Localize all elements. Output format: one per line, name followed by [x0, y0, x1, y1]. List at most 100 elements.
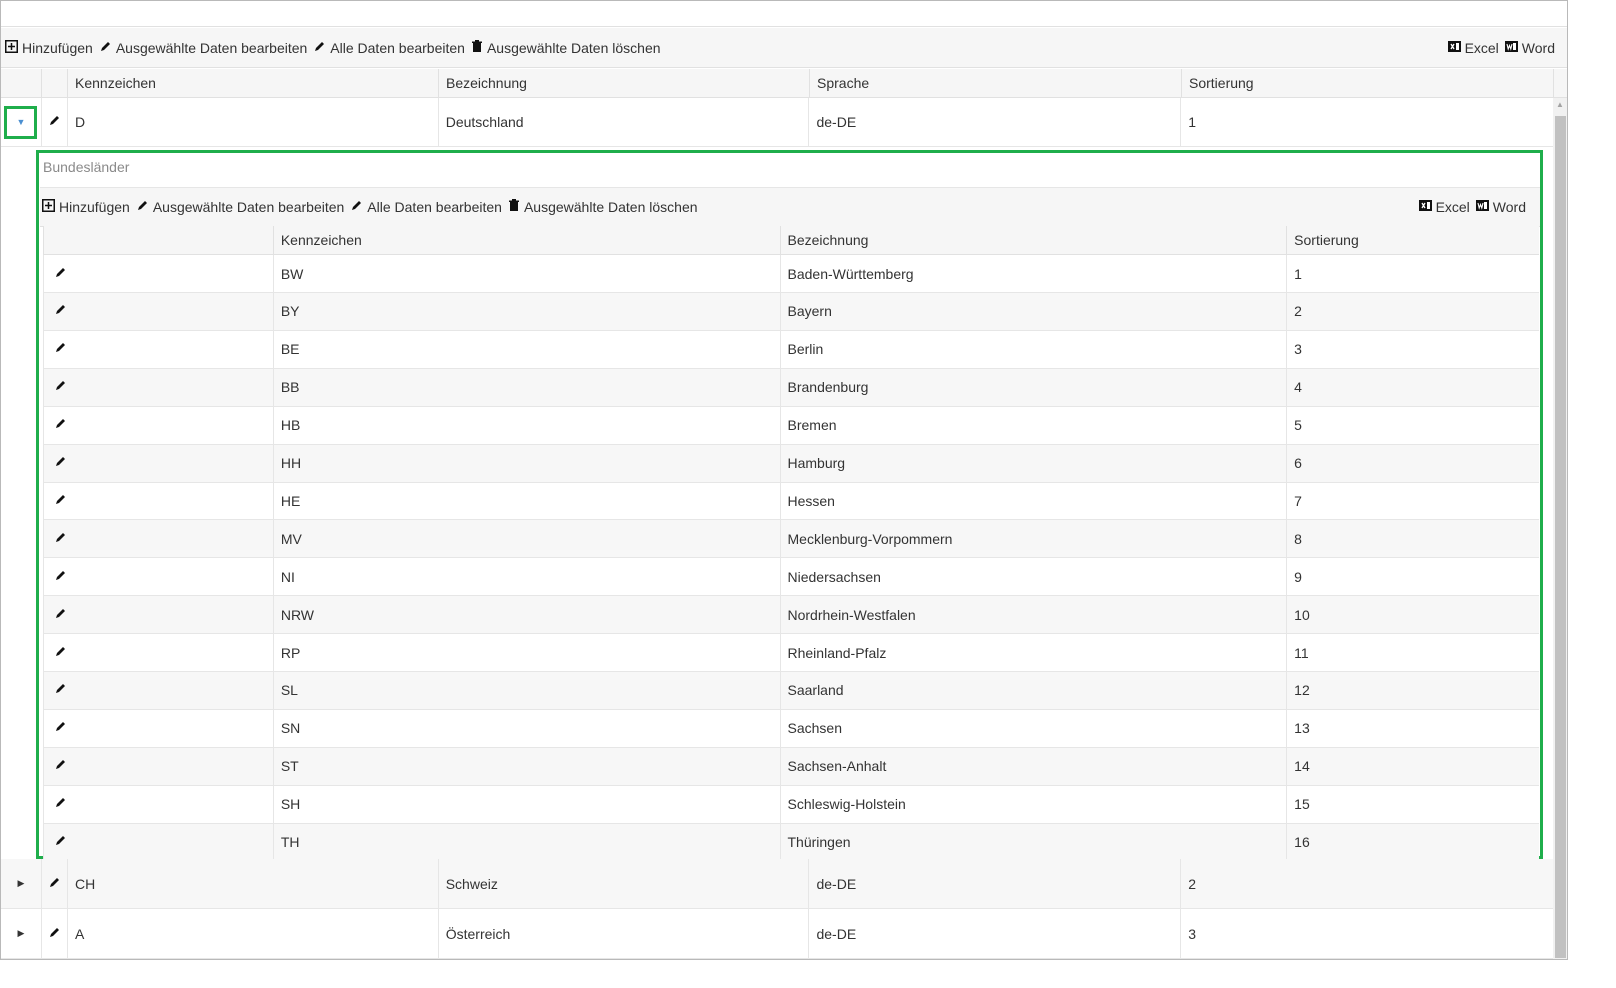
cell-kennzeichen: ST	[274, 747, 781, 785]
cell-kennzeichen: TH	[274, 823, 781, 861]
cell-sortierung: 3	[1294, 341, 1302, 358]
vertical-scrollbar[interactable]: ▲	[1553, 98, 1567, 959]
table-row[interactable]: SH Schleswig-Holstein 15	[43, 785, 1539, 824]
pencil-icon[interactable]	[54, 531, 67, 547]
edit-cell	[44, 330, 274, 368]
collapse-toggle[interactable]: ▼	[4, 105, 38, 139]
table-row[interactable]: BY Bayern 2	[43, 292, 1539, 331]
detail-grid-header: Kennzeichen Bezeichnung Sortierung	[43, 226, 1539, 255]
delete-selected-button[interactable]: Ausgewählte Daten löschen	[471, 39, 661, 56]
cell-kennzeichen: CH	[68, 859, 439, 908]
triangle-right-icon[interactable]: ▶	[18, 878, 25, 889]
edit-selected-button[interactable]: Ausgewählte Daten bearbeiten	[99, 40, 307, 56]
detail-delete-selected-button[interactable]: Ausgewählte Daten löschen	[508, 199, 698, 215]
table-row[interactable]: TH Thüringen 16	[43, 823, 1539, 862]
edit-all-button[interactable]: Alle Daten bearbeiten	[313, 40, 465, 56]
edit-cell	[44, 368, 274, 406]
pencil-icon[interactable]	[54, 569, 67, 585]
table-row[interactable]: BW Baden-Württemberg 1	[43, 255, 1539, 293]
detail-add-button[interactable]: Hinzufügen	[42, 199, 130, 215]
table-row[interactable]: NRW Nordrhein-Westfalen 10	[43, 596, 1539, 635]
pencil-icon[interactable]	[54, 493, 67, 509]
word-export-button[interactable]: Word	[1504, 40, 1555, 56]
header-edit-col	[44, 226, 274, 254]
pencil-icon[interactable]	[54, 341, 67, 357]
scroll-up-icon[interactable]: ▲	[1553, 100, 1567, 112]
pencil-icon[interactable]	[54, 758, 67, 774]
header-edit-col	[42, 69, 68, 97]
header-kennzeichen[interactable]: Kennzeichen	[68, 69, 439, 97]
table-row[interactable]: SL Saarland 12	[43, 671, 1539, 710]
pencil-icon[interactable]	[48, 114, 61, 130]
table-row[interactable]: SN Sachsen 13	[43, 709, 1539, 748]
cell-sprache: de-DE	[809, 909, 1182, 958]
pencil-icon[interactable]	[54, 303, 67, 319]
pencil-icon[interactable]	[54, 417, 67, 433]
excel-export-button[interactable]: Excel	[1447, 40, 1499, 56]
header-sprache[interactable]: Sprache	[810, 69, 1182, 97]
table-row[interactable]: HE Hessen 7	[43, 482, 1539, 521]
cell-bezeichnung: Baden-Württemberg	[781, 255, 1288, 292]
pencil-icon	[136, 199, 153, 215]
table-row[interactable]: BB Brandenburg 4	[43, 368, 1539, 407]
table-row[interactable]: HB Bremen 5	[43, 406, 1539, 445]
expand-cell: ▼	[1, 98, 42, 146]
pencil-icon[interactable]	[54, 607, 67, 623]
grid-window: Hinzufügen Ausgewählte Daten bearbeiten …	[0, 0, 1568, 960]
pencil-icon	[350, 199, 367, 215]
triangle-down-icon: ▼	[16, 117, 26, 127]
pencil-icon[interactable]	[54, 720, 67, 736]
detail-title: Bundesländer	[43, 159, 130, 175]
detail-panel: Bundesländer Hinzufügen Ausgewählte Date…	[36, 150, 1543, 862]
detail-export-group: Excel Word	[1417, 199, 1530, 215]
cell-sortierung: 7	[1294, 492, 1302, 509]
pencil-icon[interactable]	[54, 682, 67, 698]
pencil-icon[interactable]	[48, 926, 61, 942]
pencil-icon[interactable]	[54, 645, 67, 661]
table-row[interactable]: MV Mecklenburg-Vorpommern 8	[43, 520, 1539, 559]
table-row[interactable]: NI Niedersachsen 9	[43, 558, 1539, 597]
export-group: Excel Word	[1446, 40, 1559, 56]
detail-word-export-button[interactable]: Word	[1475, 199, 1526, 215]
triangle-right-icon[interactable]: ▶	[18, 928, 25, 939]
pencil-icon[interactable]	[54, 379, 67, 395]
pencil-icon[interactable]	[48, 876, 61, 892]
detail-toolbar: Hinzufügen Ausgewählte Daten bearbeiten …	[40, 187, 1540, 227]
pencil-icon[interactable]	[54, 834, 67, 850]
cell-bezeichnung: Brandenburg	[781, 368, 1288, 406]
scroll-thumb[interactable]	[1555, 116, 1566, 958]
header-bezeichnung[interactable]: Bezeichnung	[781, 226, 1288, 254]
header-sortierung[interactable]: Sortierung	[1287, 226, 1539, 254]
detail-edit-selected-button[interactable]: Ausgewählte Daten bearbeiten	[136, 199, 344, 215]
delete-selected-label: Ausgewählte Daten löschen	[486, 39, 661, 56]
cell-kennzeichen: SN	[274, 709, 781, 747]
detail-excel-export-button[interactable]: Excel	[1418, 199, 1470, 215]
table-row[interactable]: ▼ D Deutschland de-DE 1	[1, 98, 1553, 147]
cell-sortierung: 12	[1294, 682, 1310, 699]
cell-kennzeichen: SL	[274, 671, 781, 709]
edit-cell	[44, 671, 274, 709]
header-sortierung[interactable]: Sortierung	[1182, 69, 1554, 97]
table-row[interactable]: HH Hamburg 6	[43, 444, 1539, 483]
edit-cell	[44, 406, 274, 444]
pencil-icon[interactable]	[54, 266, 67, 282]
header-bezeichnung[interactable]: Bezeichnung	[439, 69, 810, 97]
pencil-icon[interactable]	[54, 796, 67, 812]
edit-cell	[42, 859, 68, 908]
detail-edit-all-button[interactable]: Alle Daten bearbeiten	[350, 199, 502, 215]
table-row[interactable]: RP Rheinland-Pfalz 11	[43, 634, 1539, 672]
plus-square-icon	[42, 199, 59, 215]
table-row[interactable]: BE Berlin 3	[43, 330, 1539, 369]
cell-sortierung: 6	[1294, 455, 1302, 471]
table-row[interactable]: ▶ A Österreich de-DE 3	[1, 909, 1553, 959]
edit-cell	[44, 785, 274, 823]
cell-sortierung: 10	[1294, 606, 1310, 623]
pencil-icon[interactable]	[54, 455, 67, 471]
word-icon	[1504, 40, 1522, 56]
table-row[interactable]: ▶ CH Schweiz de-DE 2	[1, 859, 1553, 909]
table-row[interactable]: ST Sachsen-Anhalt 14	[43, 747, 1539, 786]
edit-cell	[42, 98, 68, 146]
cell-sprache: de-DE	[809, 859, 1182, 908]
add-button[interactable]: Hinzufügen	[5, 39, 93, 56]
header-kennzeichen[interactable]: Kennzeichen	[274, 226, 781, 254]
